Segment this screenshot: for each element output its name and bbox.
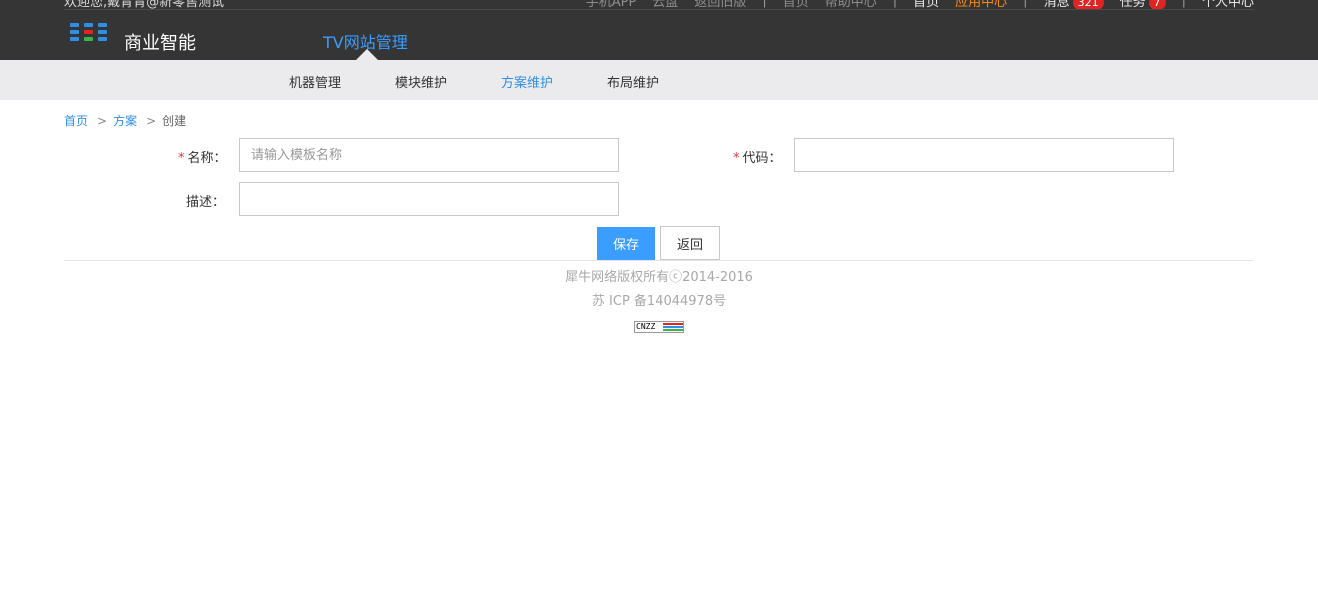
app-grid-logo-icon[interactable]	[70, 23, 110, 45]
cnzz-badge-text: CNZZ	[636, 322, 656, 331]
name-label-text: 名称：	[187, 151, 227, 166]
separator: |	[1181, 0, 1186, 8]
breadcrumb-separator: >	[97, 114, 108, 128]
required-mark: *	[178, 151, 185, 166]
separator: |	[1023, 0, 1028, 8]
back-button[interactable]: 返回	[660, 226, 720, 260]
icp-text[interactable]: 苏 ICP 备14044978号	[0, 292, 1318, 316]
code-label: * 代码：	[733, 147, 782, 166]
active-nav-indicator	[356, 49, 378, 60]
required-mark: *	[733, 151, 740, 166]
breadcrumb: 首页 > 方案 > 创建	[64, 112, 186, 129]
brand-name[interactable]: 商业智能	[124, 29, 196, 55]
subnav-plan-maintenance[interactable]: 方案维护	[501, 72, 553, 91]
sub-navigation: 机器管理 模块维护 方案维护 布局维护	[0, 60, 1318, 100]
breadcrumb-current: 创建	[162, 114, 187, 128]
cnzz-stats-badge[interactable]: CNZZ	[634, 321, 684, 333]
content-divider	[64, 260, 1254, 261]
description-label: 描述：	[186, 195, 226, 210]
subnav-layout-maintenance[interactable]: 布局维护	[607, 72, 659, 91]
name-label: * 名称：	[178, 147, 227, 166]
breadcrumb-section[interactable]: 方案	[113, 114, 137, 128]
description-input[interactable]	[239, 182, 619, 216]
subnav-machine-management[interactable]: 机器管理	[289, 72, 341, 91]
separator: |	[762, 0, 767, 8]
top-header: 欢迎您,戴青青@新零售测试 手机APP 云盘 返回旧版 | 首页 帮助中心 | …	[0, 0, 1318, 60]
name-input[interactable]	[239, 138, 619, 172]
save-button[interactable]: 保存	[597, 227, 655, 260]
separator: |	[892, 0, 898, 8]
code-input[interactable]	[794, 138, 1174, 172]
subnav-module-maintenance[interactable]: 模块维护	[395, 72, 447, 91]
breadcrumb-home[interactable]: 首页	[64, 114, 88, 128]
top-utility-bar: 欢迎您,戴青青@新零售测试 手机APP 云盘 返回旧版 | 首页 帮助中心 | …	[0, 0, 1318, 10]
footer: 犀牛网络版权所有ⓒ2014-2016 苏 ICP 备14044978号	[0, 268, 1318, 316]
copyright-text: 犀牛网络版权所有ⓒ2014-2016	[565, 270, 753, 285]
header-divider	[64, 9, 1254, 10]
code-label-text: 代码：	[742, 151, 782, 166]
breadcrumb-separator: >	[146, 114, 157, 128]
